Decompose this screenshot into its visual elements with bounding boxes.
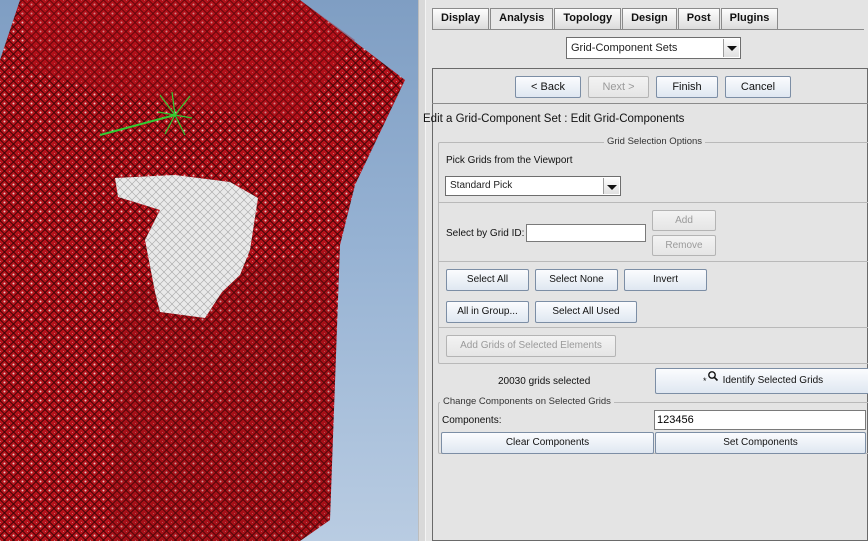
edit-title: Edit a Grid-Component Set : Edit Grid-Co… xyxy=(423,113,685,125)
components-input[interactable] xyxy=(654,410,866,430)
identify-selected-grids-button[interactable]: * Identify Selected Grids xyxy=(655,368,868,394)
section-divider xyxy=(439,327,868,328)
pick-grids-label: Pick Grids from the Viewport xyxy=(446,155,573,166)
grid-id-input[interactable] xyxy=(526,224,646,242)
tab-post[interactable]: Post xyxy=(677,8,720,29)
svg-text:*: * xyxy=(703,376,707,384)
tab-divider xyxy=(432,29,864,30)
remove-grid-button[interactable]: Remove xyxy=(652,235,716,256)
back-button[interactable]: < Back xyxy=(515,76,581,98)
section-divider xyxy=(439,202,868,203)
mesh-model[interactable] xyxy=(0,0,418,541)
components-label: Components: xyxy=(442,415,502,426)
splitter[interactable] xyxy=(418,0,426,541)
invert-button[interactable]: Invert xyxy=(624,269,707,291)
select-all-used-button[interactable]: Select All Used xyxy=(535,301,637,323)
analysis-panel: Display Analysis Topology Design Post Pl… xyxy=(423,0,868,541)
add-grid-button[interactable]: Add xyxy=(652,210,716,231)
add-grids-of-elements-button[interactable]: Add Grids of Selected Elements xyxy=(446,335,616,357)
tab-topology[interactable]: Topology xyxy=(554,8,622,29)
clear-components-button[interactable]: Clear Components xyxy=(441,432,654,454)
mode-select[interactable]: Grid-Component Sets xyxy=(566,37,741,59)
next-button[interactable]: Next > xyxy=(588,76,649,98)
tab-plugins[interactable]: Plugins xyxy=(720,8,779,29)
grid-selection-legend: Grid Selection Options xyxy=(604,136,706,147)
select-none-button[interactable]: Select None xyxy=(535,269,618,291)
all-in-group-button[interactable]: All in Group... xyxy=(446,301,529,323)
wizard-separator xyxy=(432,103,868,104)
tab-display[interactable]: Display xyxy=(432,8,490,29)
tab-bar: Display Analysis Topology Design Post Pl… xyxy=(432,8,779,30)
select-by-id-label: Select by Grid ID: xyxy=(446,228,525,239)
pick-mode-value: Standard Pick xyxy=(450,180,513,191)
chevron-down-icon xyxy=(723,39,739,57)
magnifier-star-icon: * xyxy=(702,370,720,394)
grids-selected-count: 20030 grids selected xyxy=(498,376,591,387)
select-all-button[interactable]: Select All xyxy=(446,269,529,291)
finish-button[interactable]: Finish xyxy=(656,76,718,98)
mode-select-value: Grid-Component Sets xyxy=(571,42,678,54)
section-divider xyxy=(439,261,868,262)
set-components-button[interactable]: Set Components xyxy=(655,432,866,454)
model-viewport[interactable] xyxy=(0,0,418,541)
tab-analysis[interactable]: Analysis xyxy=(490,8,554,30)
pick-mode-select[interactable]: Standard Pick xyxy=(445,176,621,196)
tab-design[interactable]: Design xyxy=(622,8,677,29)
identify-label: Identify Selected Grids xyxy=(722,375,824,386)
cancel-button[interactable]: Cancel xyxy=(725,76,791,98)
change-components-legend: Change Components on Selected Grids xyxy=(440,396,614,407)
chevron-down-icon xyxy=(603,178,619,194)
